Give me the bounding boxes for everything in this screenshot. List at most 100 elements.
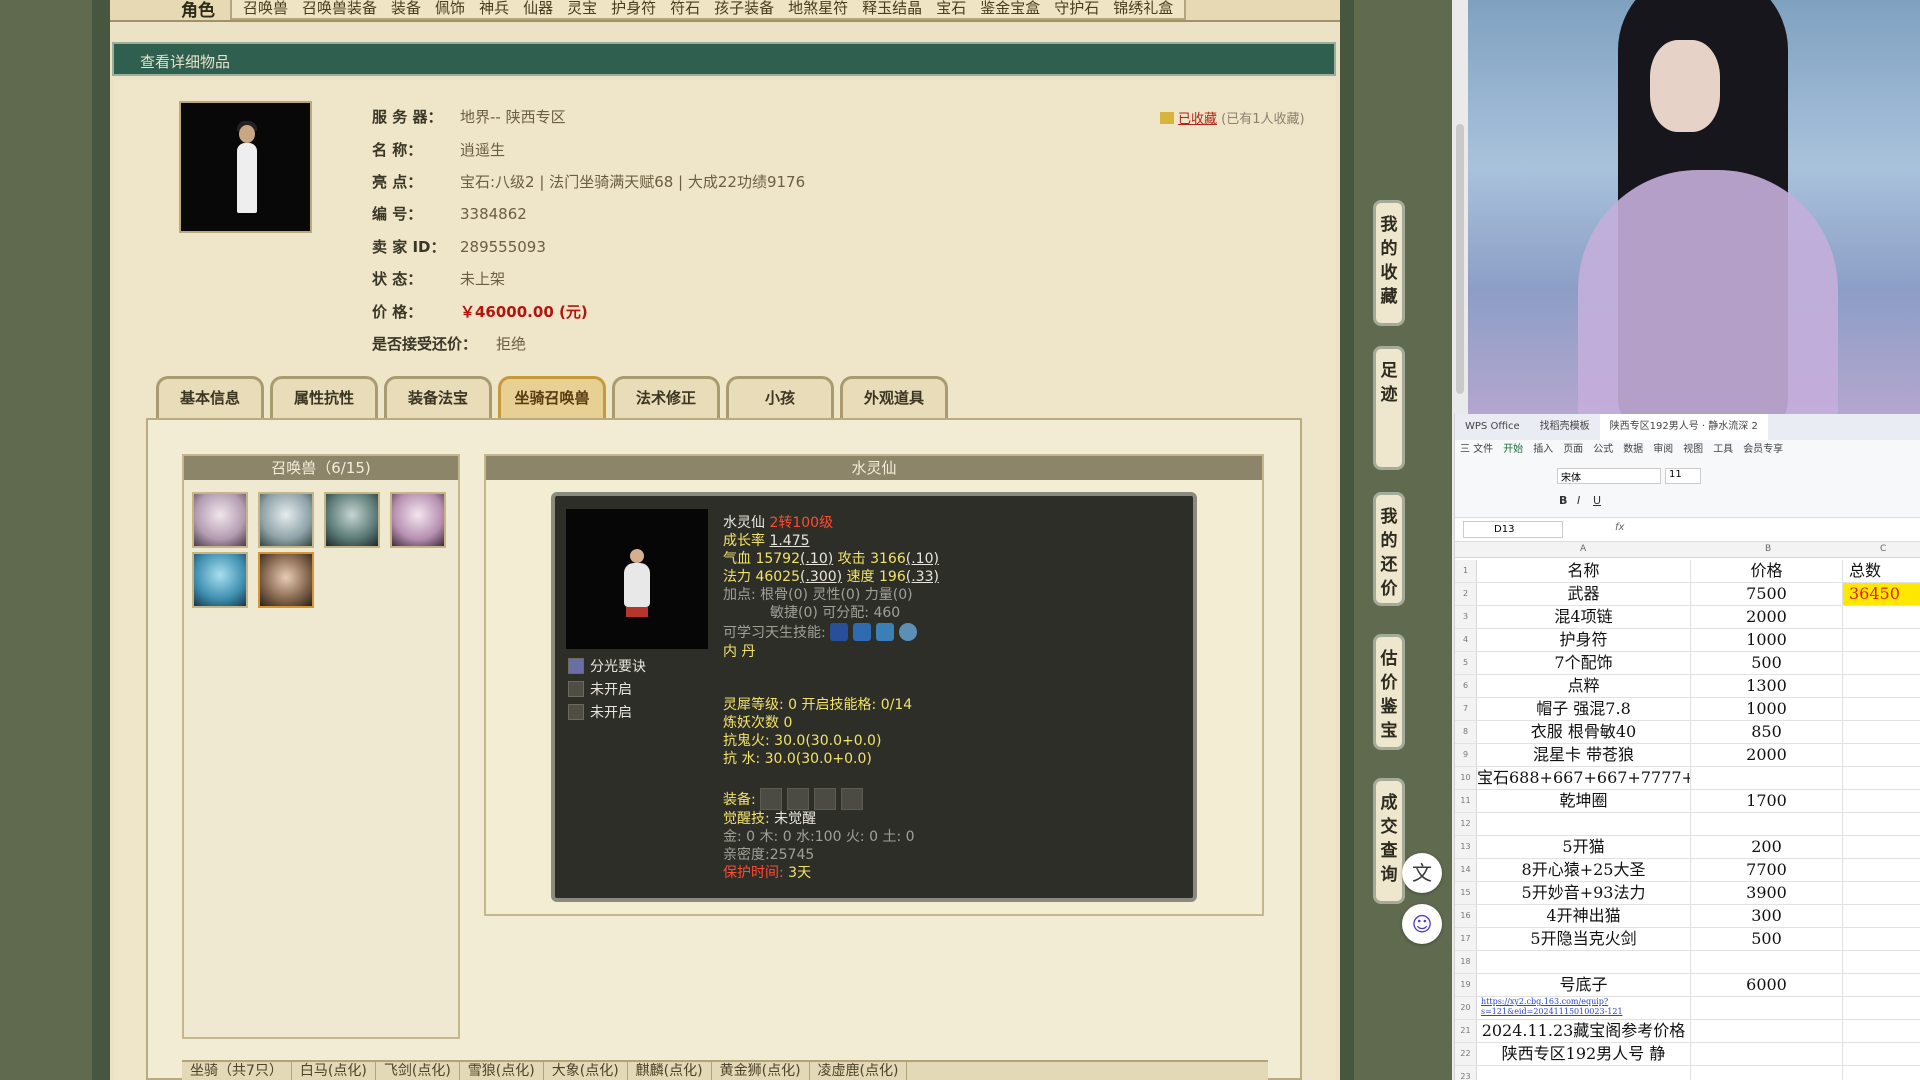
cell-a[interactable]: 2024.11.23藏宝阁参考价格	[1477, 1020, 1691, 1042]
pet-thumbnail-6[interactable]	[258, 552, 314, 608]
cell-c[interactable]	[1843, 790, 1920, 812]
cell-b[interactable]: 500	[1691, 928, 1843, 950]
tab-appearance[interactable]: 外观道具	[840, 376, 948, 418]
row-number[interactable]: 18	[1455, 951, 1477, 973]
cell-a[interactable]	[1477, 951, 1691, 973]
fx-icon[interactable]: fx	[1615, 522, 1624, 533]
font-select[interactable]: 宋体	[1557, 468, 1661, 484]
cell-b[interactable]	[1691, 997, 1843, 1019]
sidebar-my-bargains[interactable]: 我的还价	[1373, 492, 1405, 606]
cell-c[interactable]	[1843, 1020, 1920, 1042]
collect-label[interactable]: 已收藏	[1178, 112, 1217, 127]
row-number[interactable]: 9	[1455, 744, 1477, 766]
pet-thumbnail-2[interactable]	[258, 492, 314, 548]
assistant-icon[interactable]: ☺	[1402, 904, 1442, 944]
cell-b[interactable]: 200	[1691, 836, 1843, 858]
cell-b[interactable]: 300	[1691, 905, 1843, 927]
cell-b[interactable]: 6000	[1691, 974, 1843, 996]
mount-tab[interactable]: 白马(点化)	[292, 1062, 376, 1080]
row-number[interactable]: 10	[1455, 767, 1477, 789]
row-number[interactable]: 5	[1455, 652, 1477, 674]
tab-basic-info[interactable]: 基本信息	[156, 376, 264, 418]
mount-tab[interactable]: 大象(点化)	[544, 1062, 628, 1080]
cell-c[interactable]	[1843, 951, 1920, 973]
cell-c[interactable]	[1843, 836, 1920, 858]
menu-item[interactable]: 工具	[1708, 440, 1738, 460]
skill-icon[interactable]	[876, 623, 895, 641]
cell-c[interactable]	[1843, 698, 1920, 720]
cell-b[interactable]: 7700	[1691, 859, 1843, 881]
col-header-a[interactable]: A	[1580, 544, 1586, 554]
cell-c[interactable]	[1843, 882, 1920, 904]
row-number[interactable]: 6	[1455, 675, 1477, 697]
category-tab[interactable]: 佩饰	[428, 0, 472, 18]
mount-tab[interactable]: 飞剑(点化)	[376, 1062, 460, 1080]
skill-icon[interactable]	[899, 623, 918, 641]
equip-slot[interactable]	[841, 788, 864, 810]
cell-b[interactable]: 2000	[1691, 606, 1843, 628]
collect-link[interactable]: 已收藏 (已有1人收藏)	[1160, 108, 1305, 127]
cell-c[interactable]	[1843, 905, 1920, 927]
cell-b[interactable]: 3900	[1691, 882, 1843, 904]
equip-slot[interactable]	[760, 788, 783, 810]
wps-tab[interactable]: 找稻壳模板	[1530, 414, 1600, 440]
category-tab[interactable]: 灵宝	[560, 0, 604, 18]
cell-b[interactable]: 500	[1691, 652, 1843, 674]
mount-tab[interactable]: 雪狼(点化)	[460, 1062, 544, 1080]
category-tab[interactable]: 召唤兽	[236, 0, 295, 18]
tab-attributes[interactable]: 属性抗性	[270, 376, 378, 418]
cell-a[interactable]	[1477, 813, 1691, 835]
cell-c[interactable]	[1843, 1043, 1920, 1065]
cell-c[interactable]	[1843, 813, 1920, 835]
menu-item[interactable]: 公式	[1588, 440, 1618, 460]
cell-a[interactable]: 衣服 根骨敏40	[1477, 721, 1691, 743]
cell-a[interactable]: 护身符	[1477, 629, 1691, 651]
category-tab[interactable]: 守护石	[1047, 0, 1106, 18]
row-number[interactable]: 13	[1455, 836, 1477, 858]
cell-c[interactable]	[1843, 675, 1920, 697]
underline-icon[interactable]: U	[1593, 494, 1601, 507]
menu-item[interactable]: 审阅	[1648, 440, 1678, 460]
cell-b[interactable]	[1691, 813, 1843, 835]
scrollbar-thumb[interactable]	[1456, 124, 1464, 394]
cell-b[interactable]: 850	[1691, 721, 1843, 743]
pet-thumbnail-3[interactable]	[324, 492, 380, 548]
pet-thumbnail-1[interactable]	[192, 492, 248, 548]
sidebar-appraise[interactable]: 估价鉴宝	[1373, 634, 1405, 750]
cell-b[interactable]	[1691, 1020, 1843, 1042]
cell-a[interactable]: 4开神出猫	[1477, 905, 1691, 927]
cell-a[interactable]: 帽子 强混7.8	[1477, 698, 1691, 720]
cell-a[interactable]: 5开妙音+93法力	[1477, 882, 1691, 904]
cell-c[interactable]	[1843, 997, 1920, 1019]
col-header-b[interactable]: B	[1765, 544, 1771, 554]
cell-a[interactable]: 5开隐当克火剑	[1477, 928, 1691, 950]
cell-b[interactable]	[1691, 767, 1843, 789]
menu-item[interactable]: 会员专享	[1738, 440, 1788, 460]
cell-a[interactable]: https://xy2.cbg.163.com/equip?s=121&eid=…	[1477, 997, 1691, 1019]
row-number[interactable]: 11	[1455, 790, 1477, 812]
row-number[interactable]: 3	[1455, 606, 1477, 628]
menu-item[interactable]: 三 文件	[1455, 440, 1498, 460]
cell-a[interactable]: 武器	[1477, 583, 1691, 605]
row-number[interactable]: 23	[1455, 1066, 1477, 1080]
cell-b[interactable]: 1000	[1691, 698, 1843, 720]
mount-tab[interactable]: 凌虚鹿(点化)	[810, 1062, 908, 1080]
col-header-c[interactable]: C	[1880, 544, 1886, 554]
cell-c[interactable]	[1843, 928, 1920, 950]
cell-b[interactable]: 1000	[1691, 629, 1843, 651]
cell-c[interactable]	[1843, 974, 1920, 996]
menu-item[interactable]: 页面	[1558, 440, 1588, 460]
category-tab[interactable]: 护身符	[604, 0, 663, 18]
category-tab[interactable]: 鉴金宝盒	[973, 0, 1047, 18]
cell-b[interactable]: 7500	[1691, 583, 1843, 605]
skill-icon[interactable]	[853, 623, 872, 641]
sidebar-deals[interactable]: 成交查询	[1373, 778, 1405, 904]
menu-item[interactable]: 插入	[1528, 440, 1558, 460]
menu-item[interactable]: 开始	[1498, 440, 1529, 462]
row-number[interactable]: 8	[1455, 721, 1477, 743]
skill-icon[interactable]	[830, 623, 849, 641]
cell-c[interactable]: 总数	[1843, 560, 1920, 582]
menu-item[interactable]: 视图	[1678, 440, 1708, 460]
cell-c[interactable]	[1843, 629, 1920, 651]
wps-tab-active[interactable]: 陕西专区192男人号 · 静水流深 2	[1599, 414, 1768, 440]
